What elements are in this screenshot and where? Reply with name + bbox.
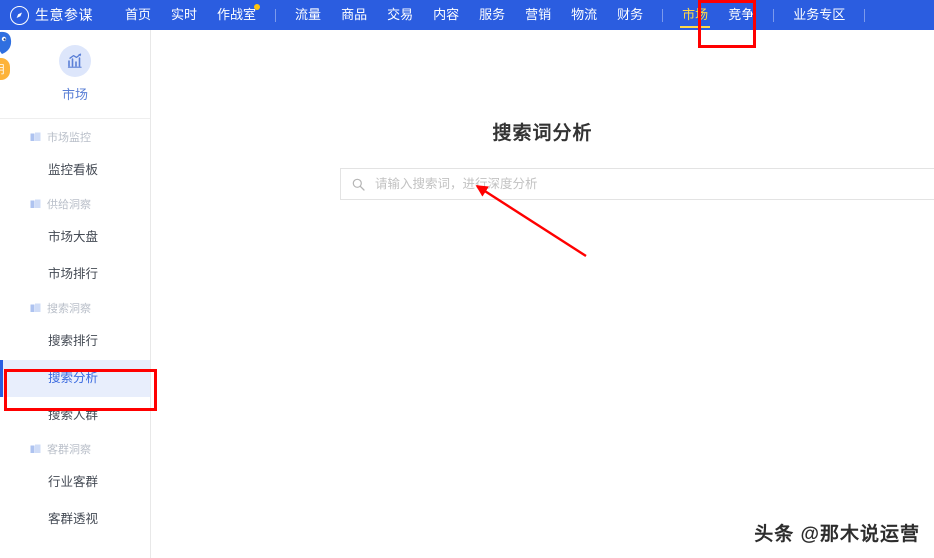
notification-dot-icon xyxy=(254,4,261,10)
nav-item-product[interactable]: 商品 xyxy=(331,0,377,30)
main-content: 搜索词分析 头条 @那木说运营 xyxy=(151,30,934,558)
search-input[interactable] xyxy=(373,168,934,200)
nav-divider xyxy=(662,8,664,22)
sidebar-item-market-overview[interactable]: 市场大盘 xyxy=(0,219,150,256)
nav-divider xyxy=(864,8,866,22)
nav-item-finance[interactable]: 财务 xyxy=(607,0,653,30)
nav-divider xyxy=(275,8,277,22)
nav-item-warroom-label: 作战室 xyxy=(217,7,257,22)
sidebar-item-search-analysis[interactable]: 搜索分析 xyxy=(0,360,150,397)
nav-item-competition[interactable]: 竞争 xyxy=(718,0,764,30)
sidebar-group-label: 供给洞察 xyxy=(47,199,91,211)
nav-divider xyxy=(773,8,775,22)
sidebar-group-supply-insight: 供给洞察 xyxy=(0,189,150,219)
sidebar-menu-list: 市场监控 监控看板 供给洞察 市场大盘 市场排行 搜索洞察 搜索排行 搜索分析 … xyxy=(0,119,150,538)
folder-icon xyxy=(30,444,41,455)
brand-title: 生意参谋 xyxy=(35,7,93,23)
nav-item-overflow[interactable] xyxy=(874,0,898,30)
nav-item-transaction[interactable]: 交易 xyxy=(377,0,423,30)
brand-logo-block[interactable]: 生意参谋 xyxy=(10,5,93,25)
folder-icon xyxy=(30,303,41,314)
sidebar-item-industry-audience[interactable]: 行业客群 xyxy=(0,464,150,501)
sidebar-group-label: 客群洞察 xyxy=(47,444,91,456)
nav-item-logistics[interactable]: 物流 xyxy=(561,0,607,30)
nav-item-market[interactable]: 市场 xyxy=(672,0,718,30)
sidebar-header: 市场 xyxy=(0,30,150,119)
sidebar: 市场 市场监控 监控看板 供给洞察 市场大盘 市场排行 搜索洞察 搜索排行 搜索… xyxy=(0,30,151,558)
sidebar-group-search-insight: 搜索洞察 xyxy=(0,293,150,323)
nav-item-realtime[interactable]: 实时 xyxy=(161,0,207,30)
nav-item-home[interactable]: 首页 xyxy=(115,0,161,30)
watermark-text: 头条 @那木说运营 xyxy=(754,524,920,545)
sidebar-item-monitor-board[interactable]: 监控看板 xyxy=(0,152,150,189)
sidebar-header-label: 市场 xyxy=(61,87,88,102)
top-navigation-bar: 生意参谋 首页 实时 作战室 流量 商品 交易 内容 服务 营销 物流 财务 市… xyxy=(0,0,934,30)
nav-item-content[interactable]: 内容 xyxy=(423,0,469,30)
sidebar-group-label: 市场监控 xyxy=(47,132,91,144)
sidebar-group-market-monitor: 市场监控 xyxy=(0,122,150,152)
sidebar-item-market-ranking[interactable]: 市场排行 xyxy=(0,256,150,293)
sidebar-item-search-audience[interactable]: 搜索人群 xyxy=(0,397,150,434)
nav-item-traffic[interactable]: 流量 xyxy=(285,0,331,30)
sidebar-group-customer-insight: 客群洞察 xyxy=(0,434,150,464)
nav-item-marketing[interactable]: 营销 xyxy=(515,0,561,30)
nav-item-warroom[interactable]: 作战室 xyxy=(207,0,266,30)
search-box[interactable] xyxy=(340,168,934,200)
sidebar-item-audience-perspective[interactable]: 客群透视 xyxy=(0,501,150,538)
sidebar-item-search-ranking[interactable]: 搜索排行 xyxy=(0,323,150,360)
market-chart-icon xyxy=(59,45,91,77)
nav-item-business-zone[interactable]: 业务专区 xyxy=(783,0,855,30)
sidebar-group-label: 搜索洞察 xyxy=(47,303,91,315)
folder-icon xyxy=(30,132,41,143)
search-icon xyxy=(352,178,365,191)
folder-icon xyxy=(30,199,41,210)
compass-icon xyxy=(10,5,29,25)
nav-item-service[interactable]: 服务 xyxy=(469,0,515,30)
page-title: 搜索词分析 xyxy=(492,123,593,144)
